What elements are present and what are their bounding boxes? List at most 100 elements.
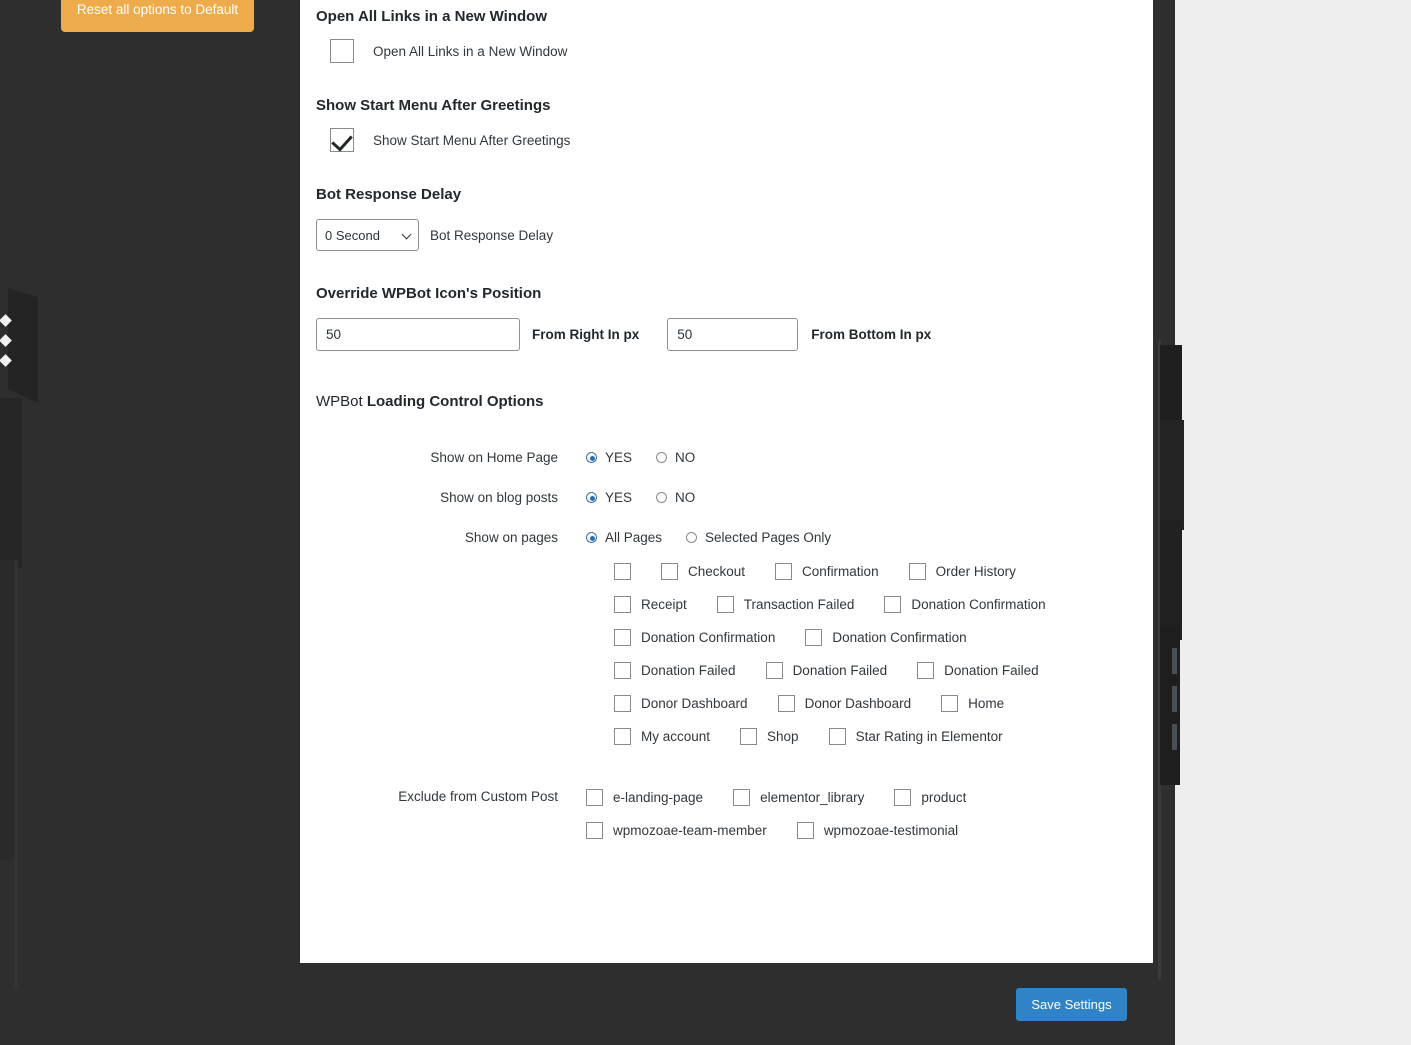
custom-post-checkbox[interactable] — [586, 822, 603, 839]
custom-post-item[interactable]: wpmozoae-testimonial — [796, 822, 959, 839]
page-line: My account Shop Star Rating in Elementor — [614, 728, 1135, 745]
page-checkbox[interactable] — [614, 629, 631, 646]
custom-post-block: Exclude from Custom Post e-landing-page e… — [316, 789, 1135, 855]
page-item[interactable]: Donor Dashboard — [614, 695, 748, 712]
page-line: Donation Failed Donation Failed Donation F… — [614, 662, 1135, 679]
page-checkbox-label: Donor Dashboard — [804, 696, 912, 711]
custom-post-checkbox[interactable] — [894, 789, 912, 806]
page-checkbox[interactable] — [884, 596, 902, 613]
custom-post-checkbox[interactable] — [586, 789, 603, 806]
show-blog-yes-label: YES — [605, 490, 633, 505]
loading-control-block: Show on Home Page YES NO Show on blog po… — [316, 450, 1135, 855]
page-checkbox[interactable] — [941, 695, 959, 712]
show-pages-selected-radio[interactable] — [686, 532, 698, 543]
show-home-yes-radio[interactable] — [586, 452, 597, 463]
page-item[interactable]: My account — [614, 728, 710, 745]
right-panel-artifact-3 — [1160, 520, 1182, 640]
page-checkbox[interactable] — [765, 662, 783, 679]
page-item[interactable] — [614, 563, 631, 580]
show-pages-selected-label: Selected Pages Only — [705, 530, 832, 545]
page-checkbox[interactable] — [828, 728, 846, 745]
custom-post-checkbox-label: e-landing-page — [613, 790, 704, 805]
page-item[interactable]: Donation Failed — [765, 662, 887, 679]
show-pages-all-radio[interactable] — [586, 532, 597, 543]
page-line: Checkout Confirmation Order History — [614, 563, 1135, 580]
page-checkbox-label: Checkout — [688, 564, 746, 579]
right-panel-artifact-2 — [1160, 420, 1184, 530]
custom-post-item[interactable]: product — [894, 789, 966, 806]
show-home-no-radio[interactable] — [656, 452, 668, 463]
page-item[interactable]: Donation Failed — [917, 662, 1039, 679]
page-checkbox[interactable] — [614, 563, 631, 580]
custom-post-item[interactable]: wpmozoae-team-member — [586, 822, 767, 839]
page-item[interactable]: Donor Dashboard — [777, 695, 912, 712]
icon-position-row: From Right In px From Bottom In px — [316, 318, 1135, 351]
page-checkbox[interactable] — [917, 662, 935, 679]
right-scroll-marks — [1172, 648, 1177, 762]
reset-options-button[interactable]: Reset all options to Default — [61, 0, 254, 32]
custom-post-checkbox-label: wpmozoae-testimonial — [823, 823, 959, 838]
show-blog-label: Show on blog posts — [440, 490, 558, 505]
open-links-checkbox-label: Open All Links in a New Window — [373, 43, 568, 59]
page-checkbox[interactable] — [614, 596, 631, 613]
page-checkbox-cloud: Checkout Confirmation Order History Receipt… — [614, 563, 1135, 745]
page-checkbox-label: Donation Confirmation — [911, 597, 1046, 612]
custom-post-checkbox-label: elementor_library — [760, 790, 865, 805]
page-checkbox-label: Donation Failed — [944, 663, 1039, 678]
page-checkbox[interactable] — [661, 563, 678, 580]
page-item[interactable]: Star Rating in Elementor — [828, 728, 1003, 745]
page-item[interactable]: Checkout — [661, 563, 745, 580]
page-checkbox[interactable] — [805, 629, 823, 646]
save-settings-button[interactable]: Save Settings — [1016, 988, 1127, 1021]
page-item[interactable]: Donation Confirmation — [805, 629, 967, 646]
page-checkbox[interactable] — [614, 662, 631, 679]
loading-control-heading-light: WPBot — [316, 393, 367, 410]
page-item[interactable]: Receipt — [614, 596, 687, 613]
open-links-heading: Open All Links in a New Window — [316, 8, 547, 25]
page-checkbox-label: Order History — [935, 564, 1016, 579]
from-bottom-caption: From Bottom In px — [811, 327, 932, 342]
page-item[interactable]: Transaction Failed — [716, 596, 854, 613]
start-menu-checkbox-row[interactable]: Show Start Menu After Greetings — [330, 128, 1135, 152]
right-panel-artifact-4 — [1160, 625, 1180, 785]
open-links-checkbox[interactable] — [330, 39, 354, 63]
loading-control-heading-bold: Loading Control Options — [366, 393, 544, 410]
start-menu-checkbox-label: Show Start Menu After Greetings — [373, 132, 571, 148]
page-item[interactable]: Donation Confirmation — [614, 629, 775, 646]
show-blog-no-radio[interactable] — [656, 492, 668, 503]
page-checkbox-label: Star Rating in Elementor — [855, 729, 1003, 744]
page-checkbox[interactable] — [614, 728, 631, 745]
from-right-input[interactable] — [316, 318, 520, 351]
custom-post-item[interactable]: e-landing-page — [586, 789, 703, 806]
page-checkbox[interactable] — [614, 695, 631, 712]
page-checkbox[interactable] — [775, 563, 793, 580]
bot-delay-select[interactable]: 0 Second — [316, 219, 419, 251]
show-blog-row: Show on blog posts YES NO — [316, 490, 1135, 505]
left-panel-artifact-4 — [14, 560, 18, 990]
page-checkbox[interactable] — [777, 695, 795, 712]
show-pages-label: Show on pages — [464, 530, 558, 545]
start-menu-checkbox[interactable] — [330, 128, 354, 152]
page-line: Receipt Transaction Failed Donation Confir… — [614, 596, 1135, 613]
page-checkbox[interactable] — [716, 596, 734, 613]
page-item[interactable]: Confirmation — [775, 563, 879, 580]
page-item[interactable]: Donation Confirmation — [884, 596, 1046, 613]
page-checkbox[interactable] — [908, 563, 926, 580]
custom-post-item[interactable]: elementor_library — [733, 789, 864, 806]
page-item[interactable]: Order History — [908, 563, 1016, 580]
page-checkbox-label: Confirmation — [802, 564, 879, 579]
page-item[interactable]: Shop — [740, 728, 799, 745]
page-item[interactable]: Home — [941, 695, 1004, 712]
custom-post-line: e-landing-page elementor_library product — [586, 789, 966, 806]
from-bottom-input[interactable] — [667, 318, 799, 351]
page-item[interactable]: Donation Failed — [614, 662, 736, 679]
show-blog-yes-radio[interactable] — [586, 492, 597, 503]
bot-delay-select-wrap: 0 Second — [316, 219, 419, 251]
page-checkbox-label: Shop — [767, 729, 799, 744]
page-outer-background — [1175, 0, 1411, 1045]
custom-post-checkbox[interactable] — [796, 822, 814, 839]
custom-post-checkbox-label: wpmozoae-team-member — [613, 823, 767, 838]
open-links-checkbox-row[interactable]: Open All Links in a New Window — [330, 39, 1135, 63]
custom-post-checkbox[interactable] — [733, 789, 751, 806]
page-checkbox[interactable] — [740, 728, 758, 745]
